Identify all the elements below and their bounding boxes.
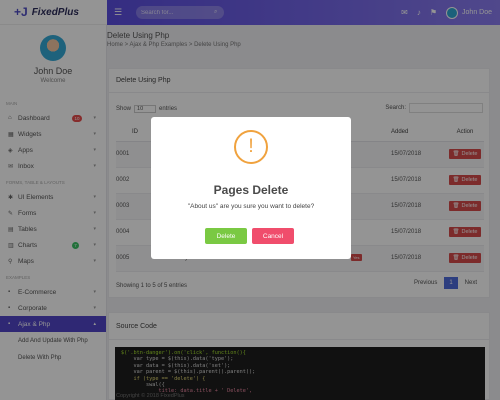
cancel-button[interactable]: Cancel: [252, 228, 294, 244]
delete-dialog: ! Pages Delete "About us" are you sure y…: [151, 117, 351, 259]
confirm-delete-button[interactable]: Delete: [205, 228, 247, 244]
dialog-title: Pages Delete: [213, 183, 289, 197]
dialog-message: "About us" are you sure you want to dele…: [187, 203, 315, 210]
warning-icon: !: [234, 130, 268, 164]
